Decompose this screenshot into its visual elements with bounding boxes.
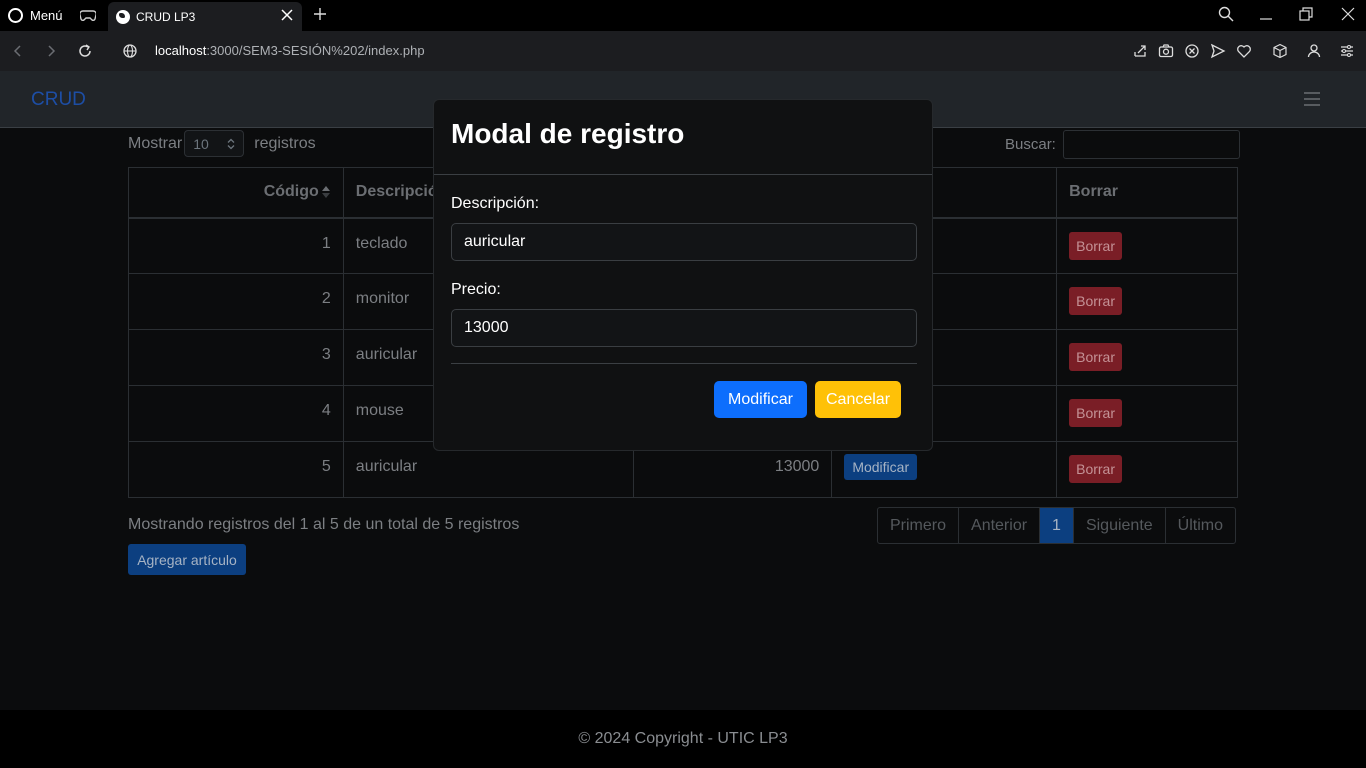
- delete-button[interactable]: Borrar: [1069, 231, 1123, 260]
- modal-header-divider: [434, 174, 932, 175]
- browser-tab-bar: Menú CRUD LP3: [0, 0, 1366, 31]
- show-label: Mostrar: [128, 134, 183, 152]
- tab-crud-lp3[interactable]: CRUD LP3: [108, 2, 302, 31]
- table-info-text: Mostrando registros del 1 al 5 de un tot…: [128, 516, 520, 533]
- sort-ascending-icon: [321, 186, 330, 199]
- globe-icon: [116, 9, 130, 24]
- cell-delete: Borrar: [1056, 329, 1238, 386]
- page-next[interactable]: Siguiente: [1074, 508, 1166, 543]
- browser-address-bar: localhost:3000/SEM3-SESIÓN%202/index.php: [0, 31, 1366, 71]
- page-first[interactable]: Primero: [878, 508, 960, 543]
- reload-icon[interactable]: [77, 43, 93, 59]
- footer-copyright: © 2024 Copyright - UTIC LP3: [578, 730, 788, 747]
- forward-icon[interactable]: [43, 43, 59, 59]
- minimize-icon[interactable]: [1258, 6, 1274, 22]
- send-icon[interactable]: [1210, 43, 1226, 59]
- browser-menu-label: Menú: [30, 8, 63, 23]
- page-length-control: Mostrar 10 registros: [128, 130, 316, 157]
- description-label: Descripción:: [451, 195, 540, 212]
- modal-modify-button[interactable]: Modificar: [714, 381, 807, 418]
- cell-code: 1: [128, 217, 344, 274]
- description-input[interactable]: auricular: [451, 223, 917, 261]
- modal-footer-divider: [451, 363, 917, 364]
- delete-button[interactable]: Borrar: [1069, 287, 1123, 315]
- price-label: Precio:: [451, 281, 501, 298]
- tab-title: CRUD LP3: [136, 9, 196, 24]
- hamburger-menu-icon[interactable]: [1303, 91, 1321, 107]
- camera-icon[interactable]: [1158, 43, 1174, 59]
- page-current[interactable]: 1: [1040, 508, 1074, 543]
- cell-code: 5: [128, 441, 344, 498]
- footer: © 2024 Copyright - UTIC LP3: [0, 710, 1366, 768]
- cell-code: 2: [128, 273, 344, 330]
- search-label: Buscar:: [1005, 136, 1056, 153]
- url-path: :3000/SEM3-SESIÓN%202/index.php: [206, 43, 425, 58]
- page-length-value: 10: [193, 135, 209, 152]
- search-control: Buscar:: [1005, 130, 1240, 159]
- page-previous[interactable]: Anterior: [959, 508, 1041, 543]
- search-icon[interactable]: [1218, 6, 1234, 22]
- site-info-globe-icon[interactable]: [122, 43, 138, 59]
- heart-icon[interactable]: [1236, 43, 1252, 59]
- share-icon[interactable]: [1132, 43, 1148, 59]
- back-icon[interactable]: [10, 43, 26, 59]
- search-input[interactable]: [1062, 130, 1240, 159]
- header-delete-label: Borrar: [1069, 183, 1119, 201]
- header-code-label: Código: [263, 183, 319, 201]
- modify-button[interactable]: Modificar: [844, 454, 918, 480]
- delete-button[interactable]: Borrar: [1069, 399, 1123, 427]
- pagination: Primero Anterior 1 Siguiente Último: [877, 507, 1237, 544]
- cell-delete: Borrar: [1056, 441, 1238, 498]
- close-window-icon[interactable]: [1340, 6, 1356, 22]
- navbar-brand[interactable]: CRUD: [31, 89, 86, 111]
- cell-code: 3: [128, 329, 344, 386]
- modal-title: Modal de registro: [451, 118, 685, 149]
- easy-setup-icon[interactable]: [1339, 43, 1355, 59]
- url-field[interactable]: localhost:3000/SEM3-SESIÓN%202/index.php: [155, 43, 425, 58]
- profile-icon[interactable]: [1306, 43, 1322, 59]
- edit-record-modal: Modal de registro Descripción: auricular…: [433, 99, 933, 451]
- header-code[interactable]: Código: [128, 167, 344, 219]
- gamepad-icon[interactable]: [80, 8, 96, 22]
- delete-button[interactable]: Borrar: [1069, 455, 1123, 483]
- restore-icon[interactable]: [1298, 6, 1314, 22]
- cell-code: 4: [128, 385, 344, 442]
- close-tab-icon[interactable]: [280, 8, 294, 22]
- extensions-cube-icon[interactable]: [1272, 43, 1288, 59]
- select-arrows-icon: [227, 138, 235, 149]
- url-host: localhost: [155, 43, 207, 58]
- adblock-icon[interactable]: [1184, 43, 1200, 59]
- browser-menu-button[interactable]: Menú: [0, 0, 63, 31]
- page-length-select[interactable]: 10: [184, 130, 245, 157]
- modal-cancel-button[interactable]: Cancelar: [815, 381, 901, 418]
- new-tab-icon[interactable]: [312, 6, 328, 22]
- cell-delete: Borrar: [1056, 217, 1238, 274]
- add-article-button[interactable]: Agregar artículo: [128, 544, 246, 575]
- header-description-label: Descripció: [355, 183, 438, 201]
- delete-button[interactable]: Borrar: [1069, 343, 1123, 371]
- records-label: registros: [254, 134, 316, 152]
- cell-delete: Borrar: [1056, 385, 1238, 442]
- page-last[interactable]: Último: [1166, 508, 1235, 543]
- price-input[interactable]: 13000: [451, 309, 917, 347]
- cell-delete: Borrar: [1056, 273, 1238, 330]
- header-delete: Borrar: [1056, 167, 1238, 219]
- opera-logo-icon: [8, 8, 23, 23]
